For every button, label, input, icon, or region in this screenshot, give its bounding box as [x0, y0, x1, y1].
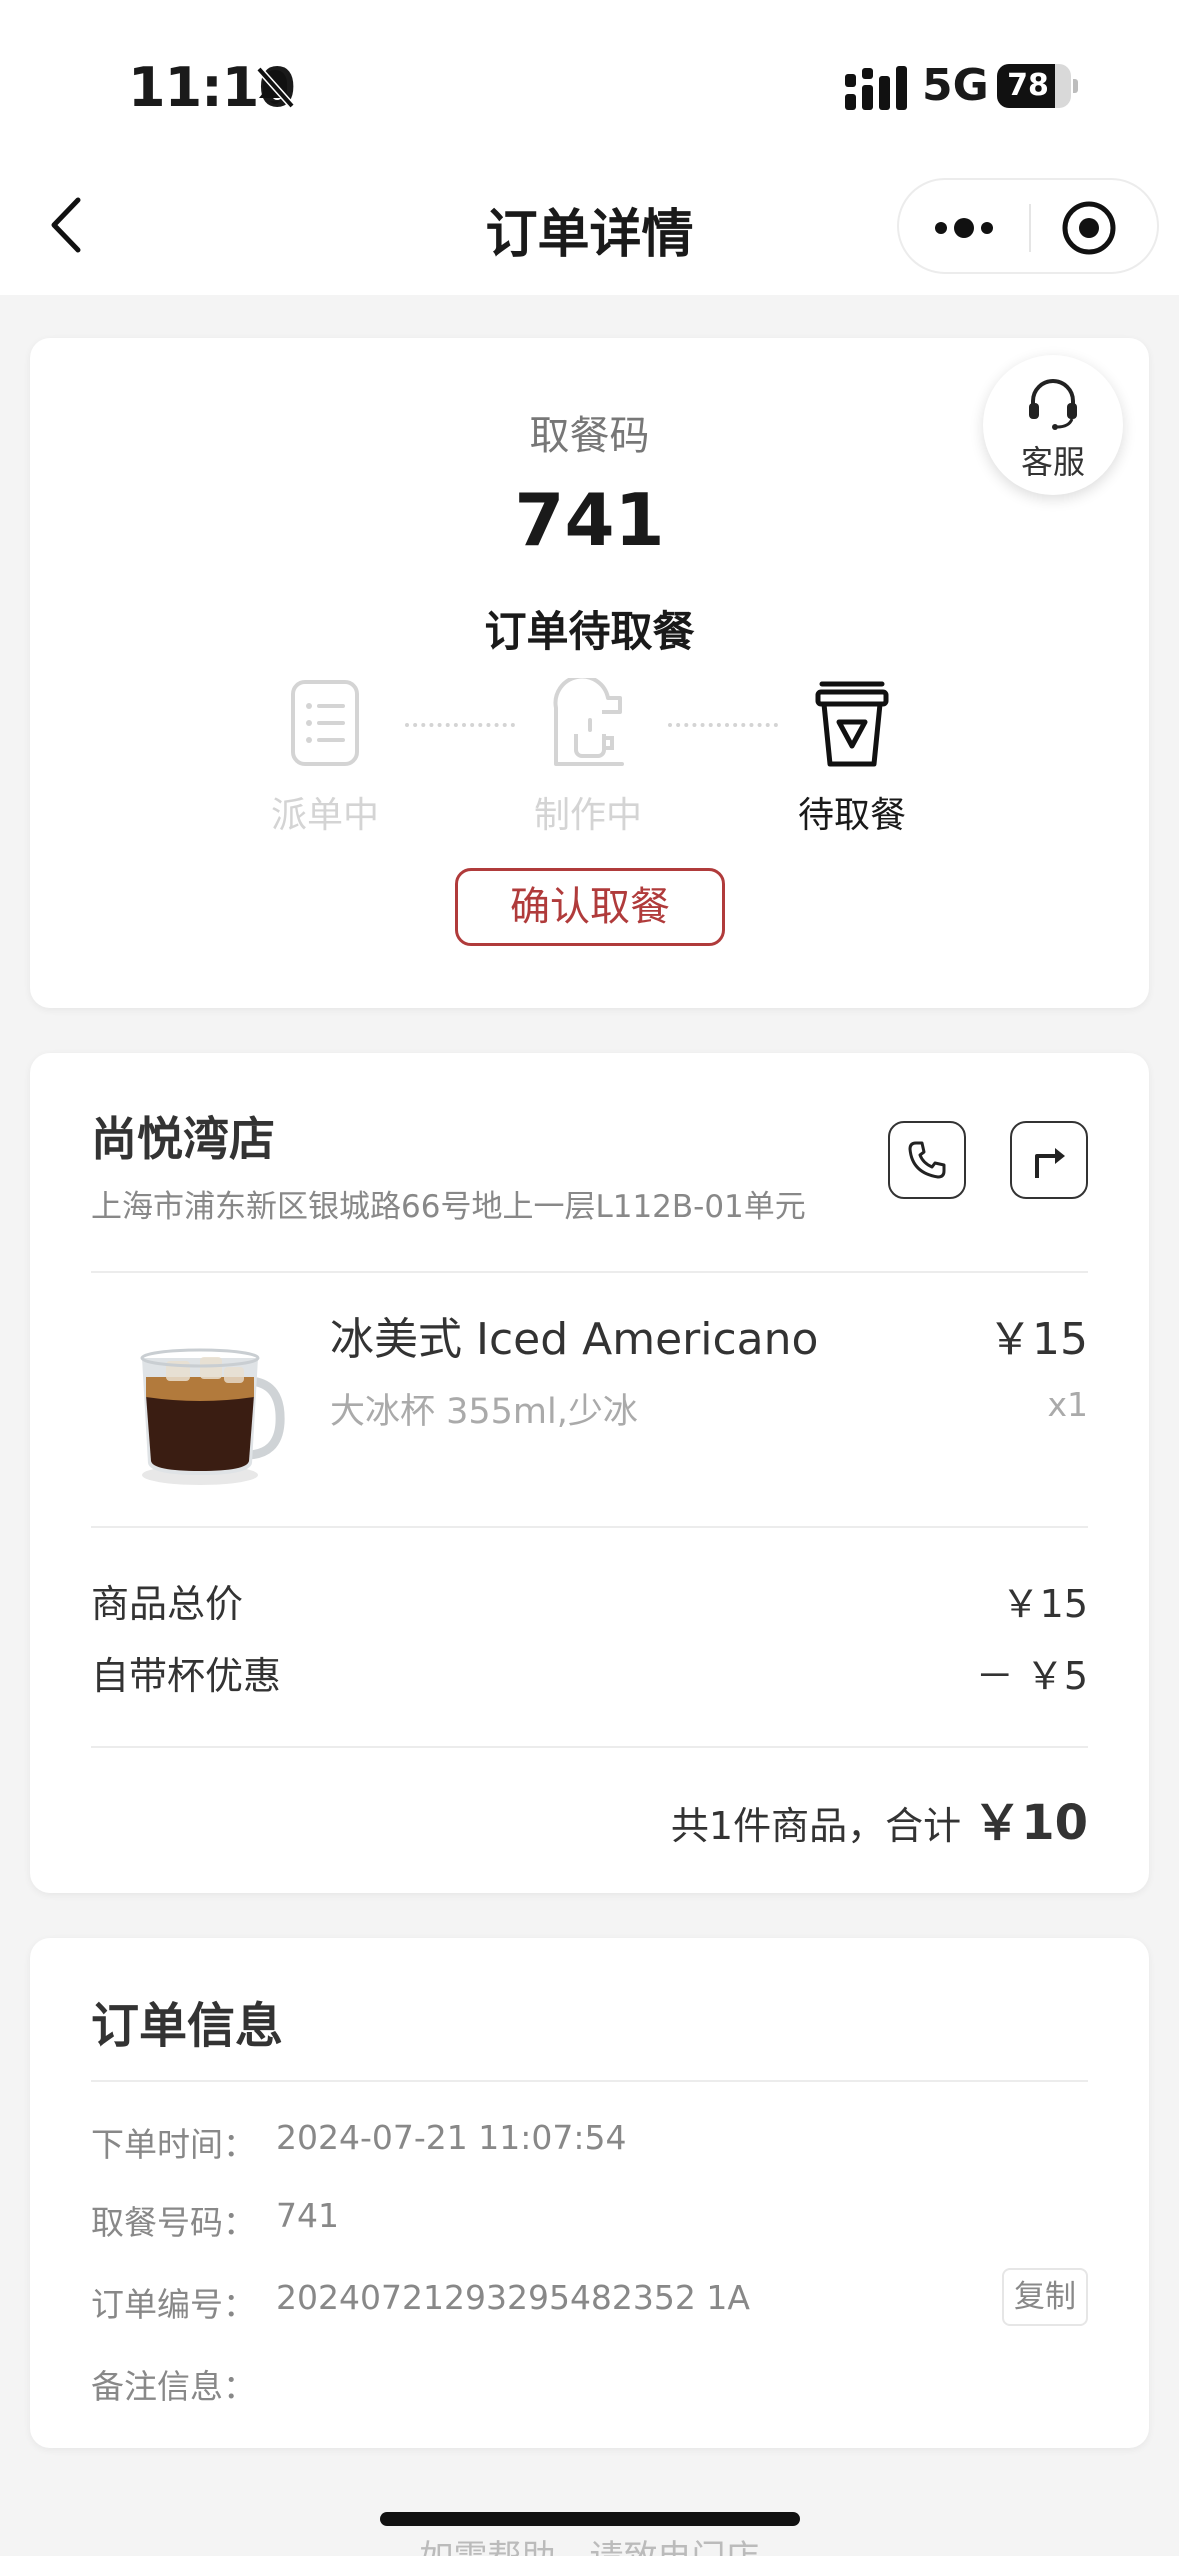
copy-order-number-button[interactable]: 复制	[1002, 2268, 1088, 2326]
customer-service-label: 客服	[1020, 443, 1085, 481]
customer-service-button[interactable]: 客服	[983, 355, 1123, 495]
subtotal-value: ￥15	[1001, 1582, 1088, 1626]
close-mini-program-button[interactable]	[1059, 198, 1119, 258]
navigate-button[interactable]	[1010, 1121, 1088, 1199]
remark-label: 备注信息：	[91, 2367, 256, 2406]
store-card: 尚悦湾店 上海市浦东新区银城路66号地上一层L112B-01单元 冰美式 Ice…	[30, 1053, 1149, 1893]
step-label-ready: 待取餐	[797, 795, 906, 836]
pickup-number-value: 741	[276, 2196, 339, 2235]
phone-icon	[908, 1141, 946, 1179]
total-amount: ￥10	[973, 1795, 1088, 1851]
discount-label: 自带杯优惠	[91, 1654, 282, 1698]
step-label-dispatching: 派单中	[270, 795, 379, 836]
order-time-label: 下单时间：	[91, 2125, 256, 2164]
step-label-making: 制作中	[533, 795, 642, 836]
order-number-value: 20240721293295482352 1A	[276, 2278, 750, 2317]
directions-icon	[1035, 1148, 1065, 1178]
takeaway-cup-icon	[815, 681, 889, 767]
divider	[91, 1271, 1088, 1273]
nav-bar: 订单详情	[0, 150, 1179, 295]
discount-value: － ￥5	[975, 1654, 1088, 1698]
total-prefix: 共1件商品，合计	[670, 1804, 962, 1848]
call-store-button[interactable]	[888, 1121, 966, 1199]
order-time-value: 2024-07-21 11:07:54	[276, 2118, 627, 2157]
signal-icon	[845, 66, 907, 110]
divider	[91, 2080, 1088, 2082]
step-making: 制作中	[503, 678, 673, 836]
confirm-pickup-button[interactable]: 确认取餐	[455, 868, 725, 946]
help-hint: 如需帮助，请致电门店	[0, 2530, 1179, 2556]
step-connector	[405, 723, 515, 727]
product-price: ￥15	[988, 1314, 1088, 1365]
product-quantity: x1	[1047, 1385, 1088, 1424]
order-detail-screen: 11:10 5G 78 订单详情 取餐码 741 订单待取餐 客服 派单中 制作…	[0, 0, 1179, 2556]
pickup-number-label: 取餐号码：	[91, 2203, 256, 2242]
product-name: 冰美式 Iced Americano	[330, 1314, 819, 1365]
status-bar: 11:10 5G 78	[0, 0, 1179, 150]
product-image	[140, 1348, 285, 1485]
pickup-code-label: 取餐码	[529, 413, 650, 459]
pickup-code: 741	[514, 478, 665, 562]
mini-program-capsule	[897, 178, 1159, 274]
coffee-machine-icon	[553, 678, 624, 766]
network-type: 5G	[922, 60, 989, 111]
step-ready: 待取餐	[767, 678, 937, 836]
home-indicator[interactable]	[380, 2512, 800, 2526]
pickup-card: 取餐码 741 订单待取餐 客服 派单中 制作中 待取餐 确认取餐	[30, 338, 1149, 1008]
order-status-title: 订单待取餐	[484, 607, 695, 656]
order-info-title: 订单信息	[91, 1998, 284, 2054]
headset-icon	[1029, 379, 1077, 430]
battery-level: 78	[1007, 68, 1049, 103]
divider	[91, 1526, 1088, 1528]
step-dispatching: 派单中	[240, 678, 410, 836]
more-options-button[interactable]	[929, 202, 999, 254]
bell-slash-icon	[256, 66, 295, 109]
store-address: 上海市浦东新区银城路66号地上一层L112B-01单元	[91, 1189, 806, 1225]
order-list-icon	[291, 680, 359, 766]
subtotal-label: 商品总价	[91, 1582, 244, 1626]
store-name: 尚悦湾店	[91, 1112, 275, 1166]
step-connector	[668, 723, 778, 727]
battery-icon: 78	[997, 64, 1078, 108]
product-spec: 大冰杯 355ml,少冰	[330, 1392, 638, 1432]
order-number-label: 订单编号：	[91, 2285, 256, 2324]
order-total: 共1件商品，合计 ￥10	[671, 1783, 1088, 1853]
order-info-card: 订单信息 下单时间： 2024-07-21 11:07:54 取餐号码： 741…	[30, 1938, 1149, 2448]
divider	[91, 1746, 1088, 1748]
